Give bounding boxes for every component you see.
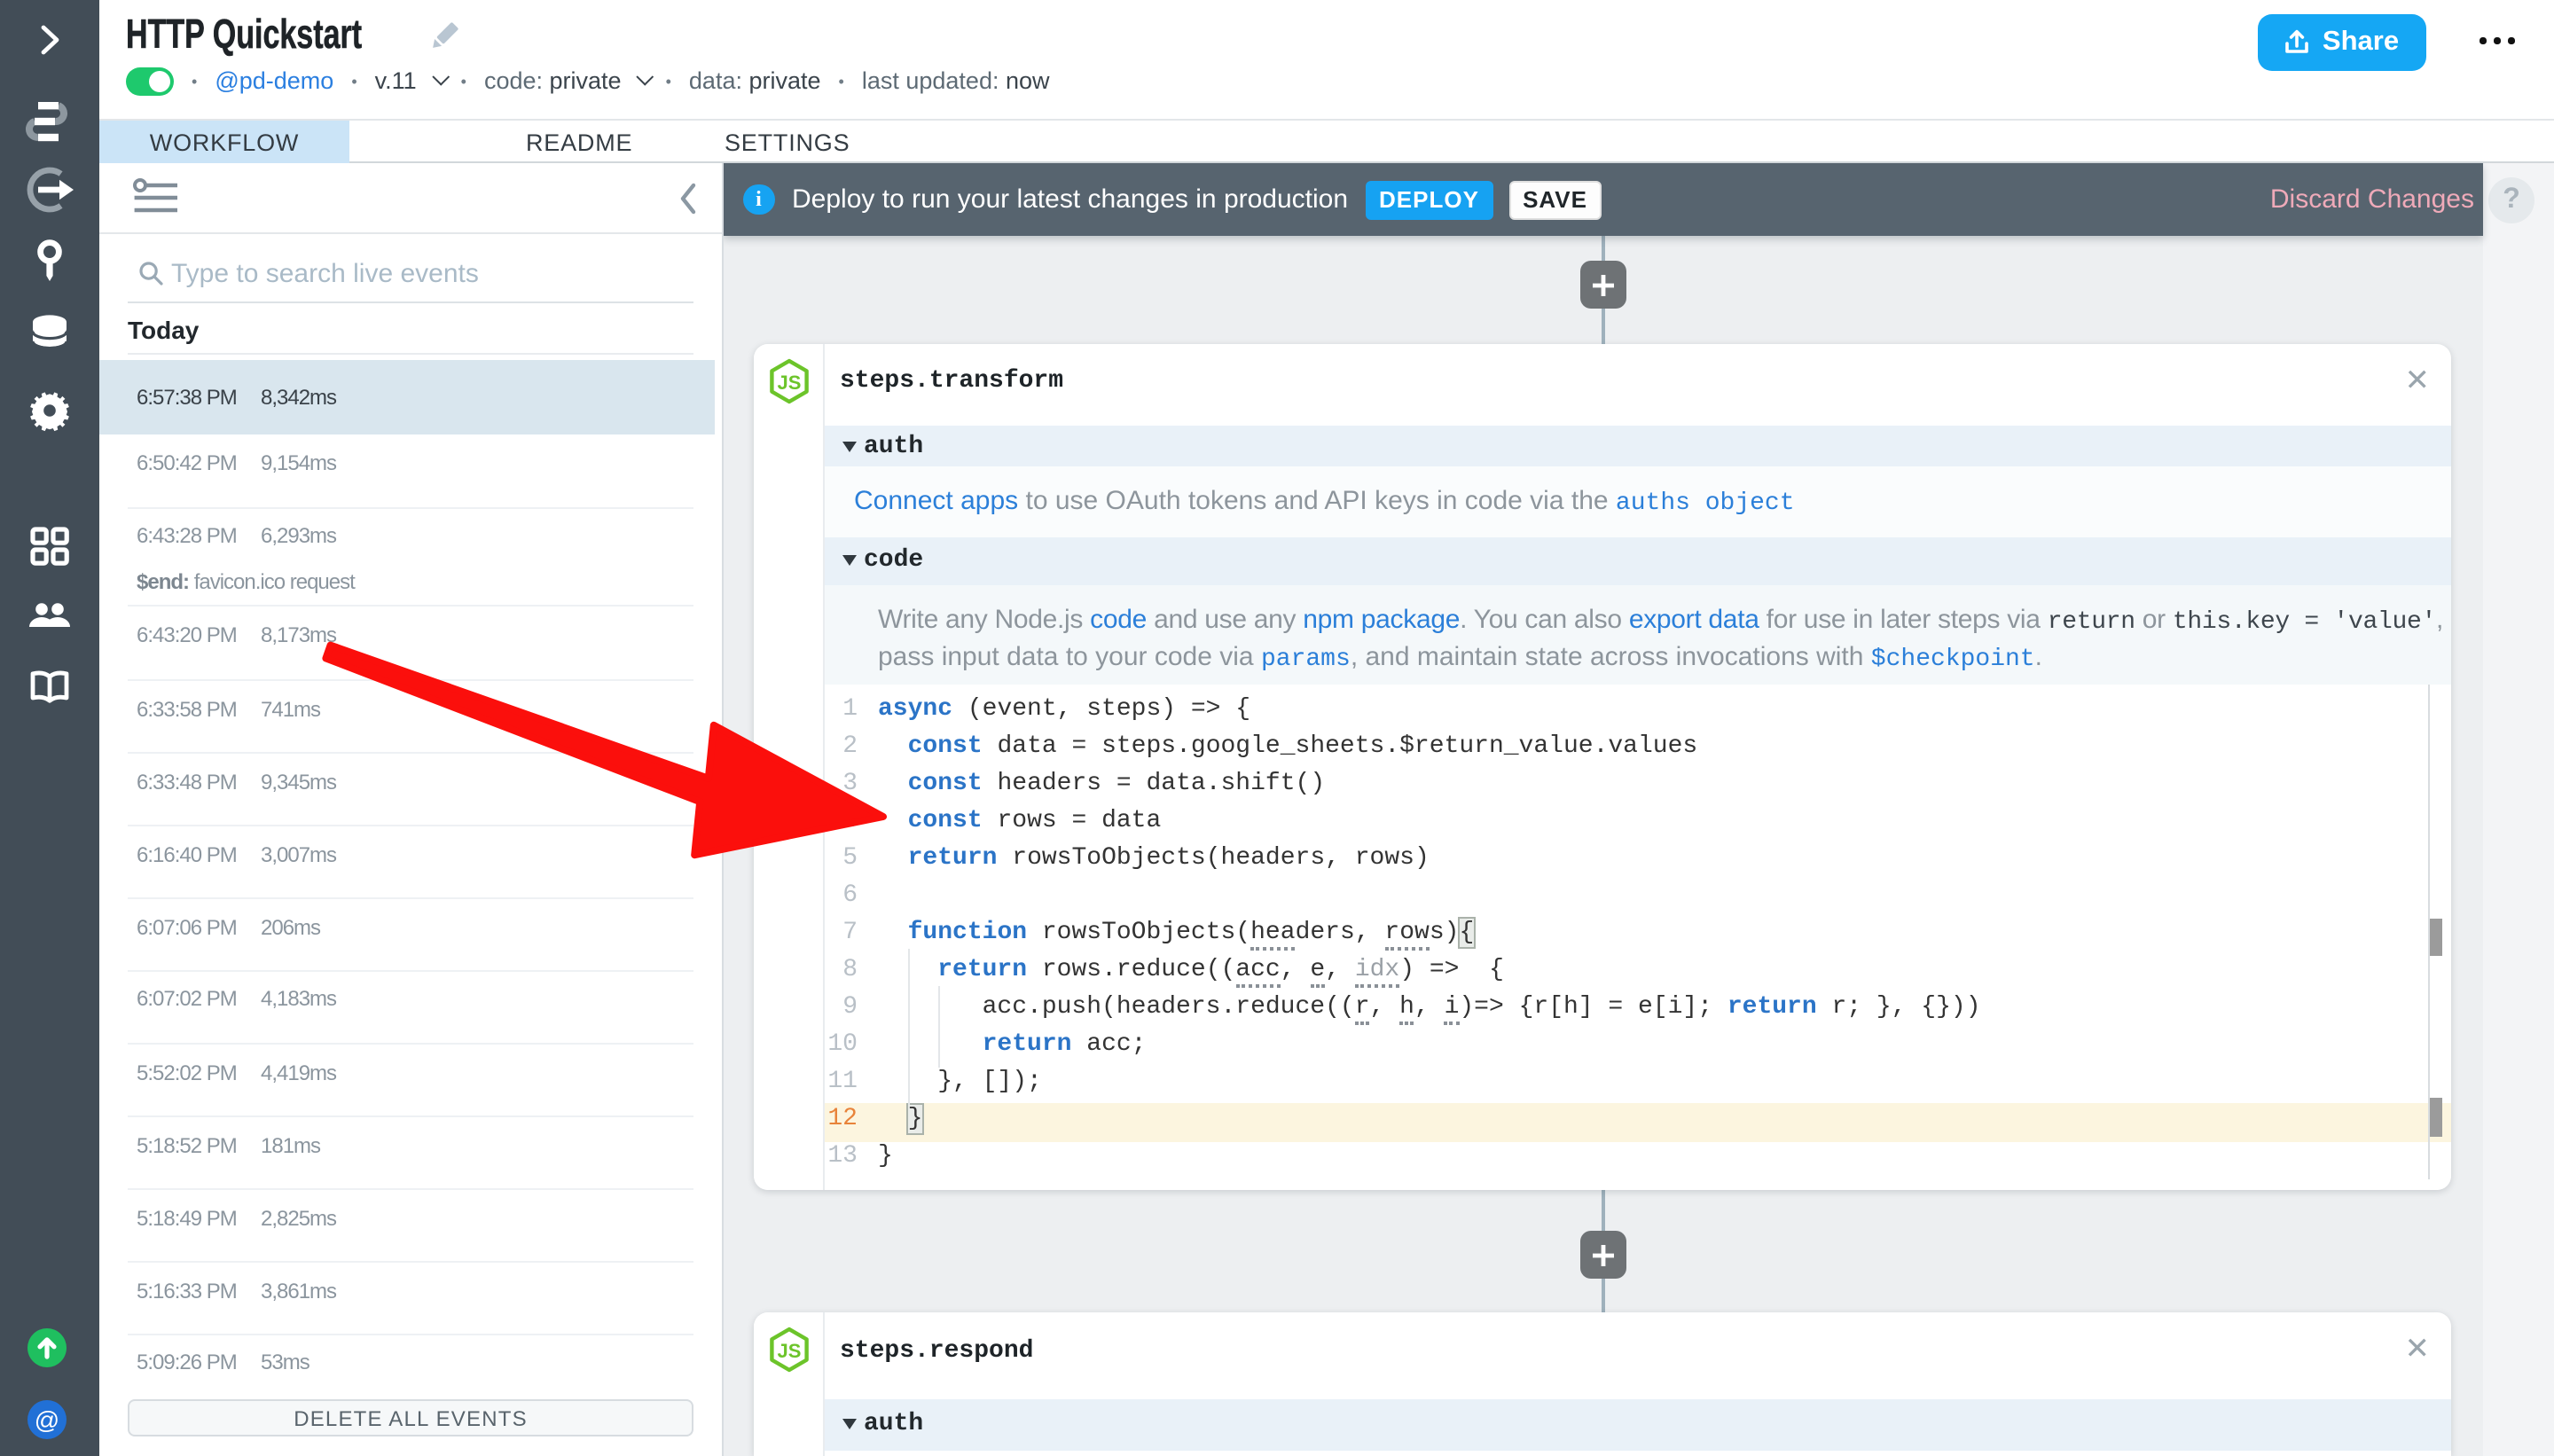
svg-text:@: @ — [35, 1406, 59, 1434]
svg-text:JS: JS — [778, 1340, 802, 1362]
svg-text:JS: JS — [778, 371, 802, 393]
